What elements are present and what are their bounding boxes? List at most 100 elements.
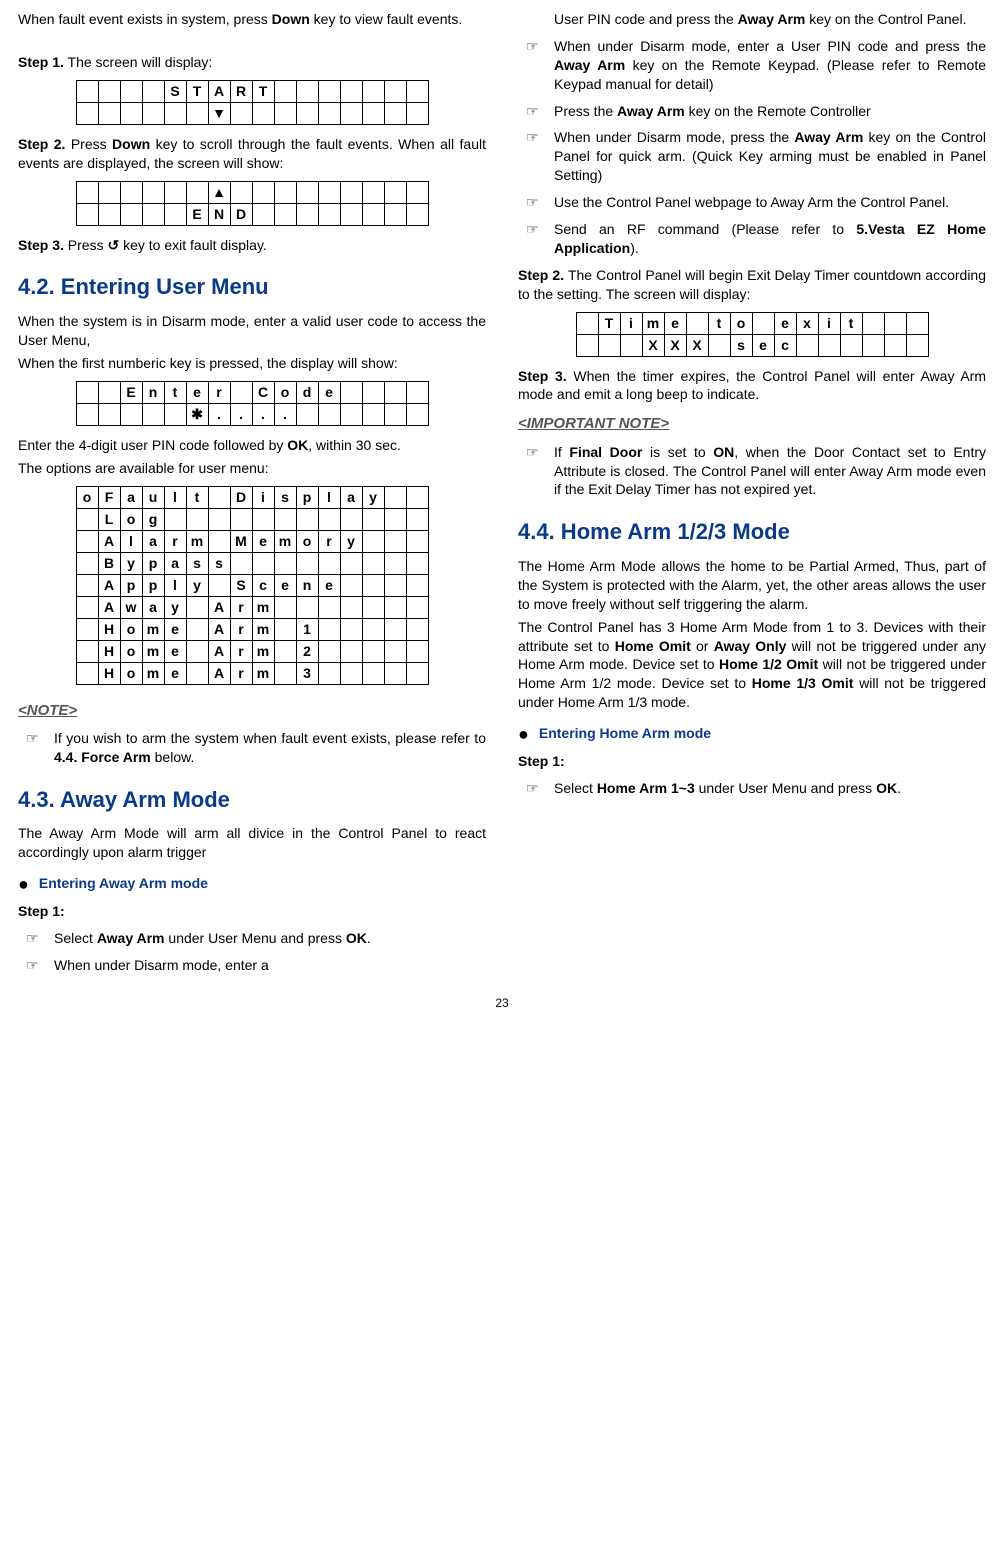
lcd-cell <box>274 552 296 574</box>
lcd-cell: A <box>208 596 230 618</box>
lcd-cell: C <box>252 381 274 403</box>
lcd-cell <box>296 403 318 425</box>
lcd-cell <box>406 381 428 403</box>
note-heading: <NOTE> <box>18 701 486 721</box>
step3-b: key to exit fault display. <box>119 237 267 253</box>
lcd-cell <box>362 508 384 530</box>
lcd-cell <box>76 80 98 102</box>
lcd-cell: e <box>664 312 686 334</box>
lcd-cell <box>186 596 208 618</box>
lcd-cell: y <box>164 596 186 618</box>
lcd-cell: F <box>98 486 120 508</box>
lcd-cell <box>98 102 120 124</box>
s44-p2-h: Home 1/3 Omit <box>752 675 854 691</box>
r4-a: When under Disarm mode, press the <box>554 129 794 145</box>
lcd-cell <box>362 552 384 574</box>
lcd-cell <box>76 596 98 618</box>
lcd-cell: l <box>318 486 340 508</box>
r3-b: Away Arm <box>617 103 685 119</box>
lcd-cell <box>318 102 340 124</box>
lcd-cell <box>384 640 406 662</box>
lcd-cell <box>274 640 296 662</box>
lcd-cell: e <box>164 618 186 640</box>
r2: When under Disarm mode, enter a User PIN… <box>554 37 986 94</box>
lcd-cell: r <box>230 662 252 684</box>
lcd-cell <box>362 530 384 552</box>
lcd-cell <box>384 181 406 203</box>
lcd-cell: T <box>252 80 274 102</box>
r1: User PIN code and press the Away Arm key… <box>518 10 986 29</box>
lcd-cell <box>708 334 730 356</box>
lcd-cell <box>208 508 230 530</box>
lcd-cell: s <box>208 552 230 574</box>
lcd-cell <box>362 662 384 684</box>
lcd-cell <box>252 181 274 203</box>
lcd-cell: o <box>120 662 142 684</box>
lcd-cell <box>906 334 928 356</box>
lcd-cell: E <box>186 203 208 225</box>
lcd-cell: m <box>252 640 274 662</box>
lcd-cell: i <box>818 312 840 334</box>
lcd-cell <box>598 334 620 356</box>
lcd-cell <box>406 618 428 640</box>
lcd-enter: Enter Code ✱.... <box>76 381 429 426</box>
right-column: User PIN code and press the Away Arm key… <box>518 6 986 983</box>
s44-hand-list: Select Home Arm 1~3 under User Menu and … <box>518 779 986 798</box>
lcd-cell <box>186 662 208 684</box>
lcd-cell: y <box>340 530 362 552</box>
lcd-cell <box>274 203 296 225</box>
lcd-cell <box>120 102 142 124</box>
lcd-cell <box>318 552 340 574</box>
r-step3-label: Step 3. <box>518 368 567 384</box>
lcd-cell <box>296 552 318 574</box>
lcd-cell <box>76 618 98 640</box>
lcd-cell: r <box>318 530 340 552</box>
s42-p3-b: OK <box>287 437 308 453</box>
lcd-cell <box>340 508 362 530</box>
lcd-cell <box>186 102 208 124</box>
left-column: When fault event exists in system, press… <box>18 6 486 983</box>
r-step3: Step 3. When the timer expires, the Cont… <box>518 367 986 405</box>
lcd-cell: e <box>318 381 340 403</box>
lcd-cell: m <box>142 618 164 640</box>
lcd-cell: m <box>142 640 164 662</box>
r4-b: Away Arm <box>794 129 863 145</box>
lcd-cell <box>296 181 318 203</box>
lcd-cell: e <box>164 640 186 662</box>
lcd-cell <box>120 403 142 425</box>
lcd-cell: i <box>252 486 274 508</box>
lcd-cell <box>406 403 428 425</box>
lcd-cell: t <box>840 312 862 334</box>
lcd-cell <box>340 403 362 425</box>
lcd-cell <box>274 662 296 684</box>
lcd-cell: y <box>120 552 142 574</box>
lcd-cell <box>384 80 406 102</box>
lcd-cell <box>576 334 598 356</box>
lcd-cell: y <box>362 486 384 508</box>
lcd-cell <box>576 312 598 334</box>
lcd-cell <box>274 618 296 640</box>
step1-text: The screen will display: <box>64 54 212 70</box>
r4: When under Disarm mode, press the Away A… <box>554 128 986 185</box>
page-number: 23 <box>18 995 986 1011</box>
lcd-cell: e <box>774 312 796 334</box>
lcd-cell: n <box>142 381 164 403</box>
s43-h2: When under Disarm mode, enter a <box>54 956 486 975</box>
lcd-cell: e <box>186 381 208 403</box>
lcd-cell <box>164 181 186 203</box>
lcd-cell: S <box>230 574 252 596</box>
lcd-cell: N <box>208 203 230 225</box>
lcd-cell <box>142 403 164 425</box>
lcd-cell <box>340 618 362 640</box>
s44-p1: The Home Arm Mode allows the home to be … <box>518 557 986 614</box>
lcd-start: START ▼ <box>76 80 429 125</box>
s42-p1: When the system is in Disarm mode, enter… <box>18 312 486 350</box>
lcd-cell: a <box>164 552 186 574</box>
lcd-cell: p <box>142 574 164 596</box>
lcd-cell: y <box>186 574 208 596</box>
lcd-cell: p <box>120 574 142 596</box>
lcd-cell <box>142 181 164 203</box>
lcd-cell <box>362 80 384 102</box>
important-note-heading: <IMPORTANT NOTE> <box>518 414 986 434</box>
lcd-cell: d <box>296 381 318 403</box>
